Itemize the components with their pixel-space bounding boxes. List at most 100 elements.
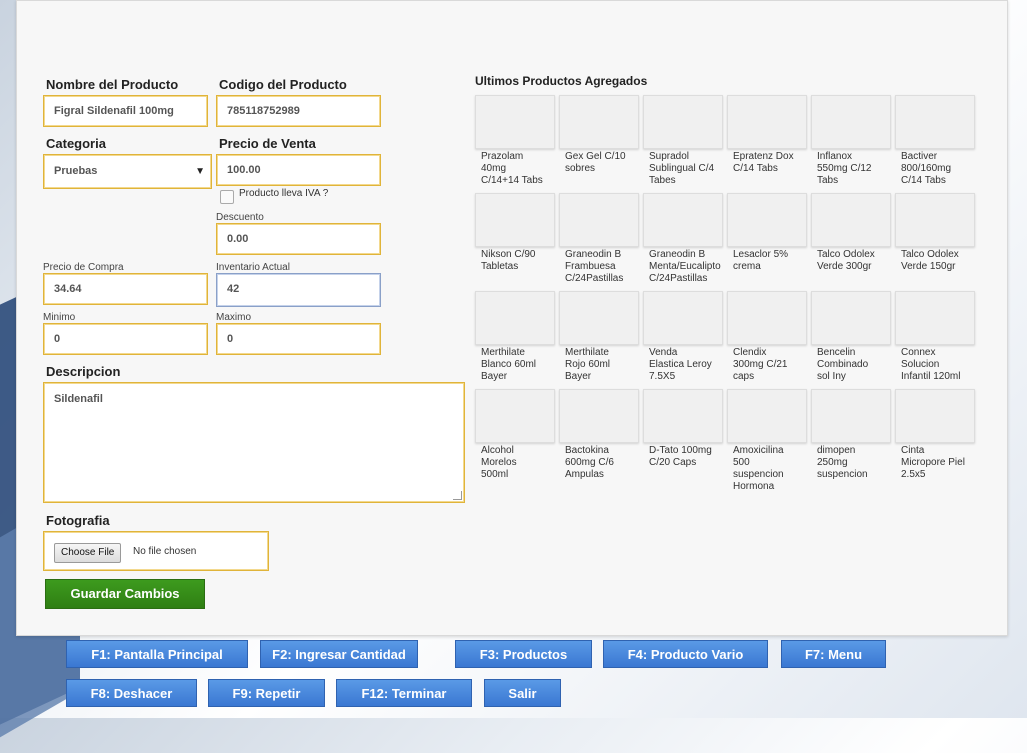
product-name-line: Bayer (565, 371, 592, 382)
product-card[interactable]: Graneodin B Menta/Eucalipto C/24Pastillas (643, 193, 723, 285)
product-name: Bactiver 800/160mg C/14 Tabs (895, 149, 975, 187)
product-name-line: Tabes (649, 175, 676, 186)
function-key-button[interactable]: F8: Deshacer (66, 679, 197, 707)
function-key-button[interactable]: F9: Repetir (208, 679, 325, 707)
product-card[interactable]: dimopen 250mg suspencion (811, 389, 891, 481)
product-thumbnail[interactable] (727, 389, 807, 443)
product-thumbnail[interactable] (811, 291, 891, 345)
product-thumbnail[interactable] (727, 291, 807, 345)
maximo-input[interactable]: 0 (216, 323, 381, 355)
product-card[interactable]: Inflanox 550mg C/12 Tabs (811, 95, 891, 187)
iva-checkbox[interactable] (220, 190, 234, 204)
codigo-input[interactable]: 785118752989 (216, 95, 381, 127)
categoria-select[interactable]: Pruebas ▼ (43, 154, 212, 189)
product-thumbnail[interactable] (475, 193, 555, 247)
product-thumbnail[interactable] (643, 193, 723, 247)
guardar-button[interactable]: Guardar Cambios (45, 579, 205, 609)
product-name: Graneodin B Menta/Eucalipto C/24Pastillas (643, 247, 723, 285)
choose-file-button[interactable]: Choose File (54, 543, 122, 563)
product-name-line: sol Iny (817, 371, 846, 382)
categoria-selected: Pruebas (54, 165, 98, 177)
product-thumbnail[interactable] (895, 95, 975, 149)
product-card[interactable]: Alcohol Morelos 500ml (475, 389, 555, 481)
product-thumbnail[interactable] (643, 291, 723, 345)
product-thumbnail[interactable] (727, 95, 807, 149)
product-name-line: Cinta (901, 445, 925, 456)
product-name-line: Inflanox (817, 151, 853, 162)
product-thumbnail[interactable] (559, 95, 639, 149)
product-name-line: Venda (649, 347, 678, 358)
product-name-line: D-Tato 100mg (649, 445, 712, 456)
product-card[interactable]: Bencelin Combinado sol Iny (811, 291, 891, 383)
resize-handle-icon[interactable] (453, 491, 462, 500)
product-card[interactable]: Talco Odolex Verde 300gr (811, 193, 891, 273)
product-name: dimopen 250mg suspencion (811, 443, 891, 481)
product-card[interactable]: Graneodin B Frambuesa C/24Pastillas (559, 193, 639, 285)
product-name: Nikson C/90 Tabletas (475, 247, 555, 273)
product-name: Venda Elastica Leroy 7.5X5 (643, 345, 723, 383)
product-name-line: 500ml (481, 469, 509, 480)
categoria-label: Categoria (46, 136, 106, 151)
product-thumbnail[interactable] (475, 95, 555, 149)
product-thumbnail[interactable] (643, 389, 723, 443)
product-name-line: Lesaclor 5% (733, 249, 789, 260)
product-card[interactable]: Nikson C/90 Tabletas (475, 193, 555, 273)
product-thumbnail[interactable] (475, 389, 555, 443)
precio-venta-input[interactable]: 100.00 (216, 154, 381, 186)
product-thumbnail[interactable] (559, 389, 639, 443)
product-card[interactable]: Lesaclor 5% crema (727, 193, 807, 273)
product-card[interactable]: Cinta Micropore Piel 2.5x5 (895, 389, 975, 481)
product-name-line: 600mg C/6 (565, 457, 614, 468)
product-thumbnail[interactable] (895, 291, 975, 345)
product-card[interactable]: Gex Gel C/10 sobres (559, 95, 639, 175)
product-name-line: 40mg (481, 163, 507, 174)
product-card[interactable]: Merthilate Blanco 60ml Bayer (475, 291, 555, 383)
function-key-button[interactable]: F1: Pantalla Principal (66, 640, 248, 668)
inventario-input[interactable]: 42 (216, 273, 381, 307)
precio-venta-label: Precio de Venta (219, 136, 316, 151)
function-key-button[interactable]: F3: Productos (455, 640, 592, 668)
product-name: Epratenz Dox C/14 Tabs (727, 149, 807, 175)
product-card[interactable]: Prazolam 40mg C/14+14 Tabs (475, 95, 555, 187)
descuento-input[interactable]: 0.00 (216, 223, 381, 255)
product-thumbnail[interactable] (559, 193, 639, 247)
function-key-button[interactable]: F2: Ingresar Cantidad (260, 640, 418, 668)
product-card[interactable]: Connex Solucion Infantil 120ml (895, 291, 975, 383)
product-thumbnail[interactable] (895, 193, 975, 247)
minimo-input[interactable]: 0 (43, 323, 208, 355)
product-card[interactable]: Venda Elastica Leroy 7.5X5 (643, 291, 723, 383)
product-thumbnail[interactable] (475, 291, 555, 345)
product-thumbnail[interactable] (811, 389, 891, 443)
product-thumbnail[interactable] (811, 95, 891, 149)
precio-compra-input[interactable]: 34.64 (43, 273, 208, 305)
function-key-button[interactable]: F12: Terminar (336, 679, 472, 707)
function-key-button[interactable]: Salir (484, 679, 561, 707)
product-name-line: Connex (901, 347, 936, 358)
product-name-line: Prazolam (481, 151, 524, 162)
product-card[interactable]: Bactokina 600mg C/6 Ampulas (559, 389, 639, 481)
function-key-button[interactable]: F7: Menu (781, 640, 886, 668)
product-card[interactable]: Bactiver 800/160mg C/14 Tabs (895, 95, 975, 187)
product-card[interactable]: D-Tato 100mg C/20 Caps (643, 389, 723, 469)
product-card[interactable]: Merthilate Rojo 60ml Bayer (559, 291, 639, 383)
product-card[interactable]: Clendix 300mg C/21 caps (727, 291, 807, 383)
product-thumbnail[interactable] (895, 389, 975, 443)
product-name-line: Supradol (649, 151, 690, 162)
product-card[interactable]: Supradol Sublingual C/4 Tabes (643, 95, 723, 187)
product-name: Talco Odolex Verde 150gr (895, 247, 975, 273)
product-name-line: suspencion (733, 469, 784, 480)
product-thumbnail[interactable] (811, 193, 891, 247)
product-card[interactable]: Talco Odolex Verde 150gr (895, 193, 975, 273)
product-name: Graneodin B Frambuesa C/24Pastillas (559, 247, 639, 285)
descripcion-textarea[interactable]: Sildenafil (43, 382, 465, 503)
product-thumbnail[interactable] (727, 193, 807, 247)
product-card[interactable]: Epratenz Dox C/14 Tabs (727, 95, 807, 175)
product-thumbnail[interactable] (643, 95, 723, 149)
product-name: D-Tato 100mg C/20 Caps (643, 443, 723, 469)
function-key-button[interactable]: F4: Producto Vario (603, 640, 768, 668)
nombre-input[interactable]: Figral Sildenafil 100mg (43, 95, 208, 127)
product-card[interactable]: Amoxicilina 500 suspencion Hormona (727, 389, 807, 493)
product-thumbnail[interactable] (559, 291, 639, 345)
product-name-line: 2.5x5 (901, 469, 926, 480)
product-name-line: Epratenz Dox (733, 151, 794, 162)
